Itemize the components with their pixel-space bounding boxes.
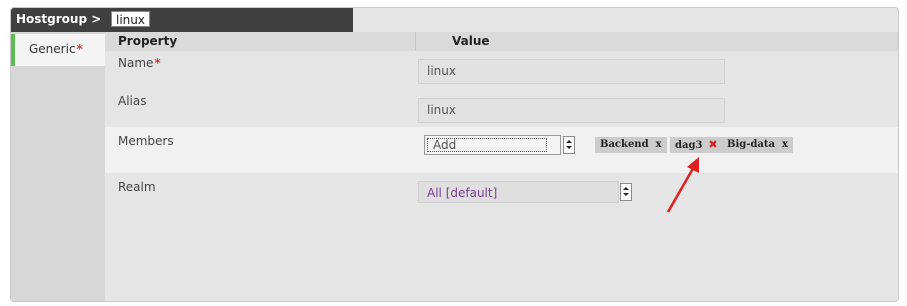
red-arrow-icon <box>666 157 699 213</box>
arrow-shaft <box>666 164 697 213</box>
